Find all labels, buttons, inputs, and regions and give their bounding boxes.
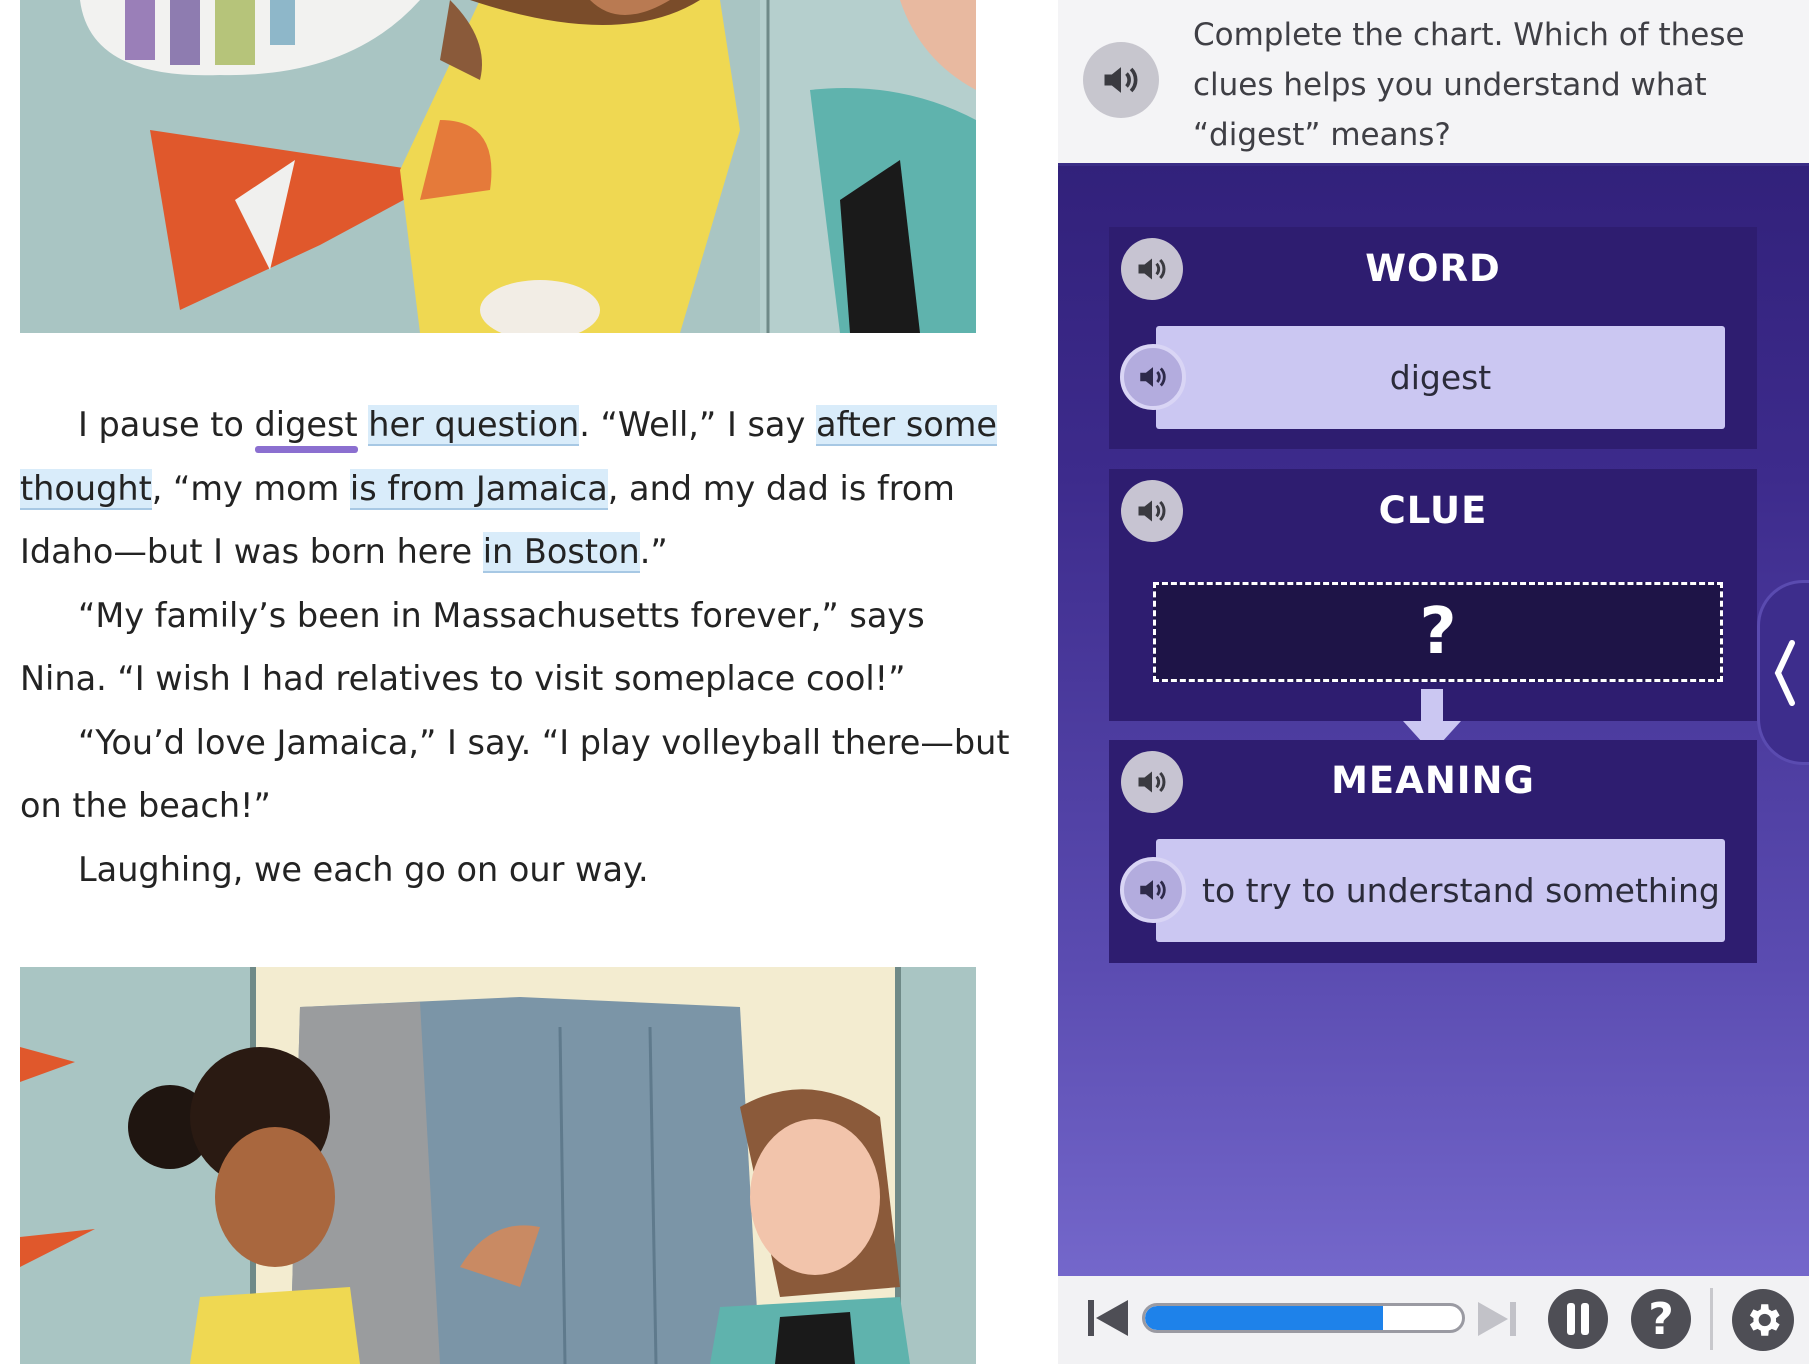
prompt-text: Complete the chart. Which of these clues…: [1193, 17, 1745, 153]
prompt-audio-button[interactable]: [1083, 42, 1159, 118]
settings-button[interactable]: [1732, 1289, 1794, 1351]
story-illustration-top: [20, 0, 976, 333]
word-card[interactable]: digest: [1120, 326, 1725, 429]
clue-section: CLUE ?: [1109, 469, 1757, 721]
clue-drop-zone[interactable]: ?: [1153, 582, 1723, 682]
meaning-card[interactable]: to try to understand something: [1120, 839, 1725, 942]
meaning-section: MEANING to try to understand something: [1109, 740, 1757, 963]
player-toolbar: ?: [1058, 1276, 1809, 1364]
gear-icon: [1749, 1304, 1780, 1336]
skip-forward-button[interactable]: [1476, 1298, 1518, 1340]
target-word-digest[interactable]: digest: [255, 405, 358, 444]
story-text-run: . “Well,” I say: [579, 405, 816, 444]
progress-bar[interactable]: [1142, 1303, 1465, 1333]
story-text-run: .”: [639, 532, 668, 571]
progress-fill: [1145, 1306, 1383, 1330]
toolbar-divider: [1710, 1288, 1713, 1350]
speaker-icon: [1104, 67, 1138, 93]
story-paragraph: “My family’s been in Massachusetts forev…: [20, 595, 925, 699]
story-text-run: [358, 405, 369, 444]
chevron-left-icon: [1774, 639, 1795, 706]
help-icon: ?: [1648, 1293, 1674, 1345]
clue-phrase-is-from-jamaica[interactable]: is from Jamaica: [349, 468, 608, 510]
story-text-run: , “my mom: [151, 468, 350, 508]
pause-icon: [1567, 1303, 1589, 1335]
skip-forward-icon: [1478, 1302, 1516, 1336]
question-prompt: Complete the chart. Which of these clues…: [1058, 0, 1809, 166]
clue-phrase-in-boston[interactable]: in Boston: [482, 532, 640, 573]
story-illustration-bottom: [20, 967, 976, 1364]
meaning-heading: MEANING: [1331, 759, 1535, 802]
word-value: digest: [1389, 358, 1492, 397]
clue-heading: CLUE: [1378, 489, 1488, 532]
word-heading: WORD: [1365, 247, 1501, 290]
activity-panel: Complete the chart. Which of these clues…: [1058, 0, 1809, 1364]
story-paragraph: “You’d love Jamaica,” I say. “I play vol…: [20, 722, 1010, 826]
skip-back-icon: [1088, 1300, 1128, 1336]
word-section: WORD digest: [1109, 227, 1757, 449]
clue-phrase-her-question[interactable]: her question: [368, 405, 580, 446]
skip-back-button[interactable]: [1086, 1296, 1130, 1340]
story-text-run: I pause to: [78, 405, 255, 444]
drawer-toggle-button[interactable]: [1757, 580, 1809, 765]
story-paragraph: Laughing, we each go on our way.: [78, 849, 649, 889]
pause-button[interactable]: [1548, 1289, 1608, 1349]
story-text: I pause to digest her question. “Well,” …: [20, 393, 1010, 901]
story-paragraph: I pause to digest her question. “Well,” …: [20, 393, 1010, 584]
meaning-value: to try to understand something: [1202, 871, 1720, 910]
help-button[interactable]: ?: [1631, 1289, 1691, 1349]
story-panel: I pause to digest her question. “Well,” …: [0, 0, 1058, 1364]
